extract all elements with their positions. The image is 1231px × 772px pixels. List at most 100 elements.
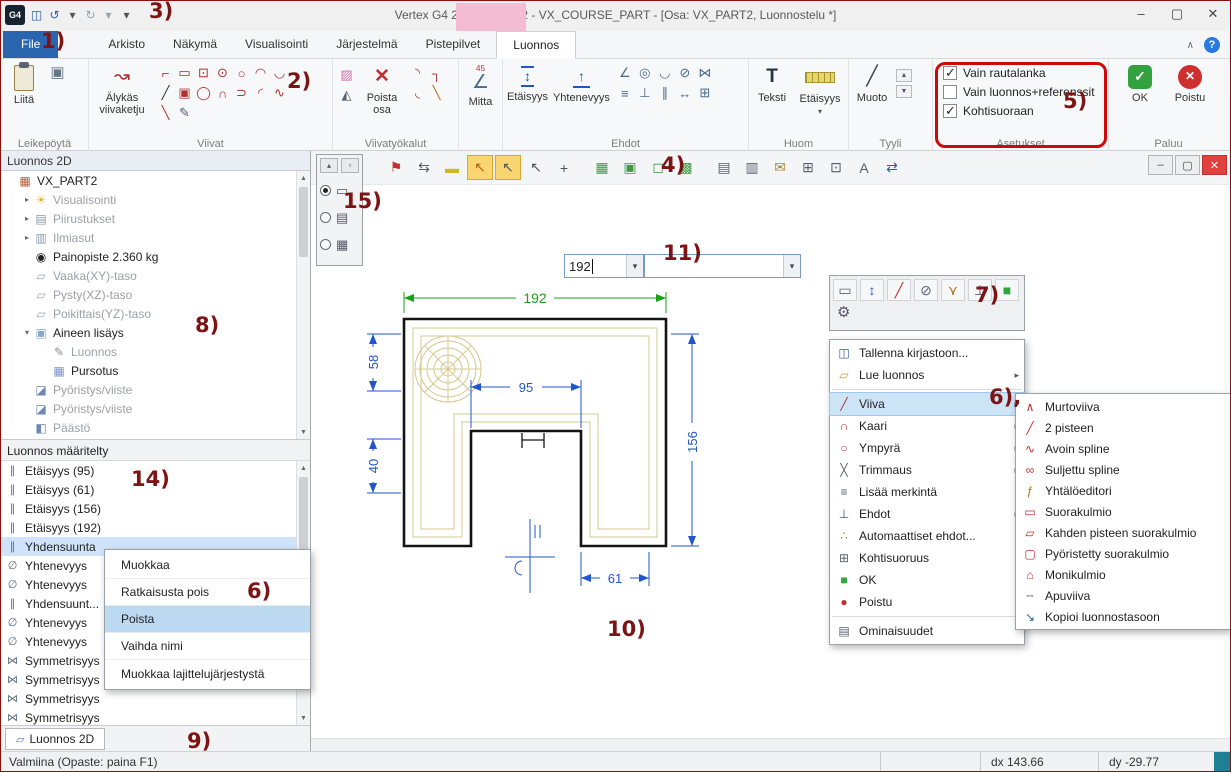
context-menu-item[interactable]: Vaihda nimi: [105, 633, 310, 660]
tree-item[interactable]: ▱ Vaaka(XY)-taso: [1, 266, 296, 285]
canvas-toolbar-icon[interactable]: ▣: [617, 155, 643, 180]
expand-chevron-icon[interactable]: ▸: [21, 214, 33, 223]
corner-tool-icon[interactable]: ◝: [408, 65, 427, 81]
linetool-icon[interactable]: ▨: [337, 67, 356, 83]
child-close-button[interactable]: ✕: [1202, 155, 1227, 175]
combo-dropdown-icon[interactable]: [783, 255, 800, 277]
shape-button[interactable]: ╱ Muoto: [853, 63, 891, 104]
submenu-item[interactable]: ∞ Suljettu spline: [1016, 459, 1230, 480]
qat-icon[interactable]: ↺: [47, 8, 62, 22]
constraint-item[interactable]: ∥ Etäisyys (156): [1, 499, 296, 518]
constraint-icon[interactable]: ⊘: [675, 65, 694, 81]
dimension-button[interactable]: Etäisyys ▾: [796, 63, 844, 118]
qat-icon[interactable]: ↻: [83, 8, 98, 22]
constraint-icon[interactable]: ∠: [615, 65, 634, 81]
tree-item[interactable]: ◪ Pyöristys/viiste: [1, 380, 296, 399]
canvas-toolbar-icon[interactable]: ▤: [711, 155, 737, 180]
line-tool-icon[interactable]: ⊃: [232, 85, 251, 101]
context-menu-item[interactable]: ⊥ Ehdot ▸: [830, 503, 1024, 525]
floating-toolbar-icon[interactable]: ▭: [833, 279, 857, 301]
line-tool-icon[interactable]: ╱: [156, 85, 175, 101]
line-tool-icon[interactable]: ▭: [175, 65, 194, 81]
expand-chevron-icon[interactable]: ▸: [21, 195, 33, 204]
context-menu-item[interactable]: ● Poistu: [830, 591, 1024, 613]
exit-button[interactable]: ✕ Poistu: [1171, 63, 1209, 104]
line-tool-icon[interactable]: ⊡: [194, 65, 213, 81]
line-tool-icon[interactable]: ✎: [175, 105, 194, 121]
submenu-item[interactable]: ▢ Pyöristetty suorakulmio: [1016, 543, 1230, 564]
tree-item[interactable]: ▸ ▥ Ilmiasut: [1, 228, 296, 247]
qat-icon[interactable]: ◫: [29, 8, 44, 22]
canvas-toolbar-icon[interactable]: ⊞: [795, 155, 821, 180]
tree-item[interactable]: ◧ Päästö: [1, 418, 296, 437]
tree-item[interactable]: ◉ Painopiste 2.360 kg: [1, 247, 296, 266]
expand-chevron-icon[interactable]: ▸: [21, 233, 33, 242]
canvas-horizontal-scrollbar[interactable]: [311, 738, 1230, 751]
context-menu-item[interactable]: ∴ Automaattiset ehdot...: [830, 525, 1024, 547]
submenu-item[interactable]: ⌂ Monikulmio: [1016, 564, 1230, 585]
floating-toolbar-icon[interactable]: ↕: [860, 279, 884, 301]
line-tool-icon[interactable]: ◜: [251, 85, 270, 101]
spin-down-button[interactable]: ▼: [896, 85, 912, 98]
tab-luonnos[interactable]: Luonnos: [496, 31, 576, 59]
tree-item[interactable]: ▱ Pysty(XZ)-taso: [1, 285, 296, 304]
menu-item[interactable]: Arkisto: [94, 31, 159, 58]
tree-item[interactable]: ▸ ▤ Piirustukset: [1, 209, 296, 228]
canvas-toolbar-icon[interactable]: ⊡: [823, 155, 849, 180]
submenu-item[interactable]: ╌ Apuviiva: [1016, 585, 1230, 606]
qat-icon[interactable]: ▾: [101, 8, 116, 22]
constraint-icon[interactable]: ⊞: [695, 85, 714, 101]
close-button[interactable]: ✕: [1204, 6, 1222, 22]
submenu-item[interactable]: ∧ Murtoviiva: [1016, 396, 1230, 417]
line-tool-icon[interactable]: ▣: [175, 85, 194, 101]
submenu-item[interactable]: ƒ Yhtälöeditori: [1016, 480, 1230, 501]
submenu-item[interactable]: ∿ Avoin spline: [1016, 438, 1230, 459]
qat-icon[interactable]: ▾: [119, 8, 134, 22]
canvas-toolbar-icon[interactable]: ⇄: [879, 155, 905, 180]
canvas-toolbar-icon[interactable]: ▥: [739, 155, 765, 180]
tree-item[interactable]: ▱ Poikittais(YZ)-taso: [1, 304, 296, 323]
context-menu-item[interactable]: [832, 613, 1022, 617]
context-menu-item[interactable]: ╳ Trimmaus ▸: [830, 459, 1024, 481]
scroll-up-icon[interactable]: [297, 461, 310, 475]
context-menu-item[interactable]: Ratkaisusta pois: [105, 579, 310, 606]
tree-item[interactable]: ◪ Pyöristys/viiste: [1, 399, 296, 418]
menu-item[interactable]: Näkymä: [159, 31, 231, 58]
corner-tool-icon[interactable]: ◟: [408, 85, 427, 101]
tree-item[interactable]: ▾ ▣ Aineen lisäys: [1, 323, 296, 342]
paste-button[interactable]: Liitä: [5, 63, 43, 106]
coincident-constraint-button[interactable]: ↑ Yhtenevyys: [553, 63, 610, 104]
minimize-button[interactable]: –: [1132, 6, 1150, 22]
mini-toolbar-button[interactable]: ▴: [320, 158, 338, 173]
drawing-area[interactable]: ⚑⇆▬↖↖↖+▦▣◻▩▤▥✉⊞⊡A⇄ – ▢ ✕ ▴▫ ▭ ▤: [311, 151, 1230, 751]
distance-constraint-button[interactable]: ↕ Etäisyys: [507, 63, 548, 103]
scroll-thumb[interactable]: [299, 187, 308, 257]
corner-tool-icon[interactable]: ┐: [427, 66, 446, 81]
combo-dropdown-icon[interactable]: [626, 255, 643, 277]
qat-icon[interactable]: ▾: [65, 8, 80, 22]
settings-checkbox[interactable]: Kohtisuoraan: [943, 102, 1034, 121]
context-menu-item[interactable]: ◫ Tallenna kirjastoon...: [830, 342, 1024, 364]
context-menu-item[interactable]: ■ OK: [830, 569, 1024, 591]
context-menu-item[interactable]: ▤ Ominaisuudet: [830, 620, 1024, 642]
line-tool-icon[interactable]: ⌐: [156, 66, 175, 81]
constraint-item[interactable]: ⋈ Symmetrisyys: [1, 689, 296, 708]
tree-item[interactable]: ▸ ☀ Visualisointi: [1, 190, 296, 209]
context-menu-item[interactable]: ≡ Lisää merkintä: [830, 481, 1024, 503]
scroll-up-icon[interactable]: [297, 171, 310, 185]
radio-icon[interactable]: [320, 185, 331, 196]
dimension-value-combo[interactable]: 192: [564, 254, 644, 278]
submenu-item[interactable]: ╱ 2 pisteen: [1016, 417, 1230, 438]
canvas-toolbar-icon[interactable]: ▬: [439, 155, 465, 180]
collapse-ribbon-icon[interactable]: ∧: [1187, 40, 1194, 51]
mini-toolbar-button[interactable]: ▫: [341, 158, 359, 173]
scroll-down-icon[interactable]: [297, 711, 310, 725]
corner-tool-icon[interactable]: ╲: [427, 85, 446, 101]
text-button[interactable]: T Teksti: [753, 63, 791, 104]
canvas-toolbar-icon[interactable]: ↖: [523, 155, 549, 180]
scroll-down-icon[interactable]: [297, 425, 310, 439]
floating-toolbar-icon[interactable]: ⊘: [914, 279, 938, 301]
child-restore-button[interactable]: ▢: [1175, 155, 1200, 175]
constraint-icon[interactable]: ≡: [615, 86, 634, 101]
line-tool-icon[interactable]: ◯: [194, 85, 213, 101]
